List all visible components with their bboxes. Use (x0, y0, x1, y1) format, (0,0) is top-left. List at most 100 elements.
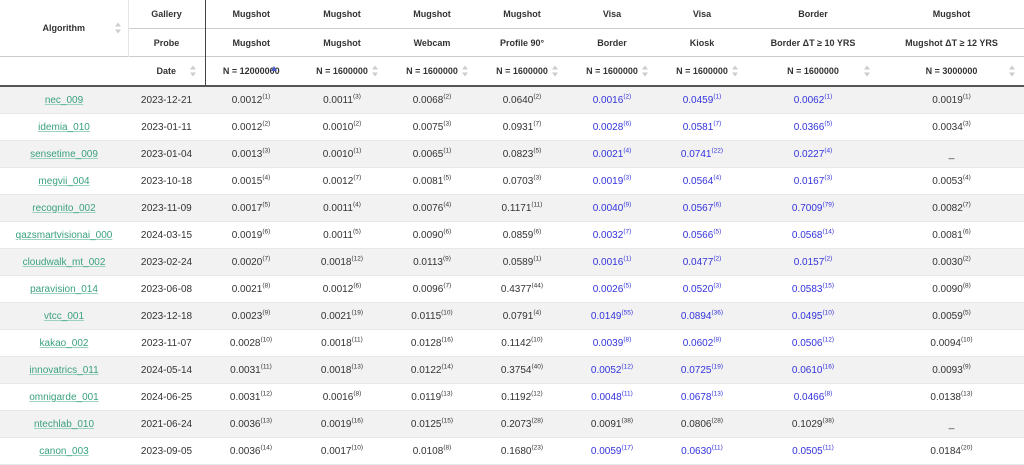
fnir-value: 0.0703 (502, 175, 534, 187)
date-header[interactable]: Date (128, 56, 206, 87)
n-col-7[interactable]: N = 1600000 (747, 56, 879, 87)
sort-icon[interactable] (864, 65, 870, 77)
fnir-cell: 0.00207 (205, 248, 297, 276)
n-col-1[interactable]: N = 12000000 (205, 56, 297, 87)
algorithm-link[interactable]: nec_009 (0, 86, 128, 114)
algorithm-link[interactable]: vtcc_001 (0, 302, 128, 330)
fnir-cell: 0.00764 (387, 194, 477, 222)
algorithm-link[interactable]: kakao_002 (0, 329, 128, 357)
rank-superscript: 13 (441, 390, 453, 397)
fnir-cell: 0.01139 (387, 248, 477, 276)
rank-superscript: 6 (443, 228, 451, 235)
fnir-value: 0.0108 (412, 445, 444, 457)
fnir-value: 0.2073 (500, 418, 532, 430)
rank-superscript: 28 (712, 417, 724, 424)
probe-col-4: Profile 90° (477, 28, 567, 57)
date-cell: 2023-11-09 (128, 194, 205, 222)
date-cell: 2023-12-21 (128, 86, 205, 114)
algorithm-link[interactable]: idemia_010 (0, 113, 128, 141)
rank-superscript: 11 (712, 444, 723, 451)
sort-icon[interactable] (189, 65, 196, 77)
rank-superscript: 5 (623, 282, 631, 289)
sort-icon[interactable] (462, 65, 468, 77)
fnir-value: 0.0031 (230, 364, 261, 376)
sort-icon[interactable] (372, 65, 378, 77)
algorithm-link[interactable]: innovatrics_011 (0, 356, 128, 384)
fnir-cell: 0.00816 (879, 221, 1024, 249)
algorithm-link[interactable]: ntechlab_010 (0, 410, 128, 438)
sort-icon[interactable] (642, 65, 648, 77)
rank-superscript: 4 (623, 147, 631, 154)
algorithm-link[interactable]: recognito_002 (0, 194, 128, 222)
rank-superscript: 28 (532, 417, 544, 424)
date-cell: 2023-10-18 (128, 167, 205, 195)
fnir-value: 0.0090 (932, 283, 963, 295)
n-col-6[interactable]: N = 1600000 (657, 56, 747, 87)
fnir-cell: 0.01572 (747, 248, 879, 276)
fnir-cell: 0.00343 (879, 113, 1024, 141)
fnir-cell: 0.014955 (567, 302, 657, 330)
rank-superscript: 8 (623, 336, 631, 343)
fnir-value: 0.1171 (501, 202, 532, 214)
rank-superscript: 10 (261, 336, 273, 343)
fnir-value: 0.0032 (592, 229, 624, 241)
fnir-cell: 0.02274 (747, 140, 879, 168)
sort-icon[interactable] (732, 65, 738, 77)
sort-icon[interactable] (552, 65, 558, 77)
fnir-value: 0.0791 (502, 310, 534, 322)
n-col-2[interactable]: N = 1600000 (297, 56, 387, 87)
rank-superscript: 3 (533, 174, 541, 181)
n-col-8-label: N = 3000000 (925, 66, 978, 76)
rank-superscript: 1 (713, 93, 721, 100)
fnir-value: 0.0016 (592, 94, 624, 106)
rank-superscript: 5 (533, 147, 541, 154)
fnir-value: 0.0149 (590, 310, 622, 322)
algorithm-link[interactable]: megvii_004 (0, 167, 128, 195)
algorithm-link[interactable]: canon_003 (0, 437, 128, 465)
n-col-3[interactable]: N = 1600000 (387, 56, 477, 87)
rank-superscript: 1 (963, 93, 971, 100)
table-row: qazsmartvisionai_0002024-03-150.001960.0… (0, 221, 1024, 249)
gallery-col-8: Mugshot (932, 9, 971, 19)
sort-icon[interactable] (1009, 65, 1015, 77)
rank-superscript: 12 (531, 390, 543, 397)
rank-superscript: 7 (533, 120, 541, 127)
rank-superscript: 4 (262, 174, 270, 181)
rank-superscript: 11 (261, 363, 272, 370)
algorithm-link[interactable]: qazsmartvisionai_000 (0, 221, 128, 249)
gallery-col-2: Mugshot (323, 9, 361, 19)
fnir-value: 0.1142 (501, 337, 532, 349)
date-cell: 2024-06-25 (128, 383, 205, 411)
fnir-value: 0.0495 (791, 310, 823, 322)
algorithm-link[interactable]: paravision_014 (0, 275, 128, 303)
sort-icon[interactable] (114, 22, 121, 34)
algorithm-link[interactable]: cloudwalk_mt_002 (0, 248, 128, 276)
rank-superscript: 3 (262, 147, 270, 154)
rank-superscript: 20 (961, 444, 973, 451)
probe-col-2: Mugshot (297, 28, 387, 57)
rank-superscript: 23 (532, 444, 544, 451)
rank-superscript: 7 (963, 201, 971, 208)
n-col-4[interactable]: N = 1600000 (477, 56, 567, 87)
fnir-cell: 0.074122 (657, 140, 747, 168)
fnir-value: 0.3754 (500, 364, 532, 376)
rank-superscript: 38 (622, 417, 634, 424)
fnir-cell: 0.00286 (567, 113, 657, 141)
fnir-value: 0.0090 (412, 229, 444, 241)
fnir-value: 0.0019 (320, 418, 352, 430)
fnir-cell: 0.00908 (879, 275, 1024, 303)
algorithm-header[interactable]: Algorithm (0, 0, 129, 57)
fnir-value: 0.0184 (930, 445, 961, 457)
fnir-cell: 0.00651 (387, 140, 477, 168)
sort-ascending-icon[interactable] (271, 66, 277, 71)
fnir-cell: 0.013813 (879, 383, 1024, 411)
fnir-value: 0.0115 (411, 310, 442, 322)
fnir-value: 0.0021 (231, 283, 263, 295)
algorithm-link[interactable]: omnigarde_001 (0, 383, 128, 411)
n-col-8[interactable]: N = 3000000 (879, 56, 1024, 87)
rank-superscript: 7 (353, 174, 361, 181)
rank-superscript: 16 (442, 336, 454, 343)
header-row-gallery: Algorithm Gallery Mugshot Mugshot Mugsho… (0, 0, 1024, 57)
algorithm-link[interactable]: sensetime_009 (0, 140, 128, 168)
n-col-5[interactable]: N = 1600000 (567, 56, 657, 87)
